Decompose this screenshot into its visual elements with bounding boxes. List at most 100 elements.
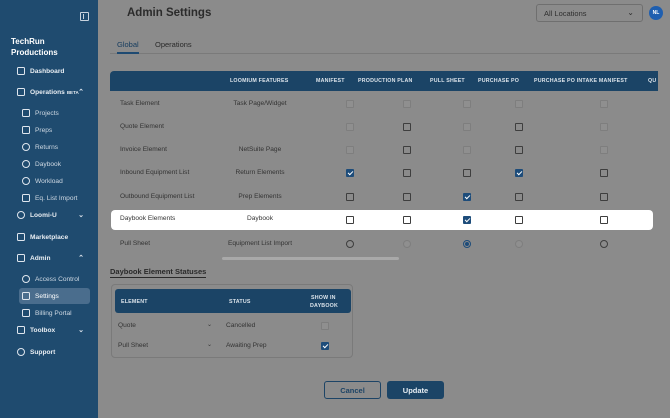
loomi-u-icon xyxy=(17,211,25,219)
col-header: PURCHASE PO xyxy=(478,78,520,84)
col-header: DAYBOOK xyxy=(310,303,338,309)
feature-checkbox[interactable] xyxy=(515,169,523,177)
avatar[interactable]: NL xyxy=(649,6,663,20)
location-select[interactable]: All Locations ⌄ xyxy=(536,4,643,22)
table-row: Outbound Equipment List Prep Elements xyxy=(110,188,658,206)
feature-checkbox[interactable] xyxy=(346,169,354,177)
element-name: Quote Element xyxy=(120,123,164,130)
table-row: Inbound Equipment List Return Elements xyxy=(110,164,658,182)
radio-button[interactable] xyxy=(600,240,608,248)
feature-checkbox[interactable] xyxy=(515,123,523,131)
nav-label: Preps xyxy=(35,126,53,134)
chevron-down-icon: ⌄ xyxy=(78,327,84,334)
col-header: LOOMIUM FEATURES xyxy=(230,78,289,84)
col-header: QU xyxy=(648,78,657,84)
beta-badge: BETA xyxy=(66,89,79,95)
toolbox-icon xyxy=(17,326,25,334)
nav-preps[interactable]: Preps xyxy=(0,122,98,138)
nav-workload[interactable]: Workload xyxy=(0,173,98,189)
feature-checkbox[interactable] xyxy=(515,216,523,224)
nav-returns[interactable]: Returns xyxy=(0,139,98,155)
feature-checkbox[interactable] xyxy=(600,193,608,201)
nav-dashboard[interactable]: Dashboard xyxy=(0,63,98,79)
operations-icon xyxy=(17,88,25,96)
tab-bar: Global Operations xyxy=(110,37,660,54)
element-name: Invoice Element xyxy=(120,146,167,153)
table-row: Pull Sheet Equipment List Import xyxy=(110,235,658,253)
nav-label: Admin xyxy=(30,254,51,262)
feature-checkbox[interactable] xyxy=(403,169,411,177)
radio-button[interactable] xyxy=(346,240,354,248)
col-header: STATUS xyxy=(229,299,251,305)
chevron-down-icon[interactable]: ⌄ xyxy=(207,321,212,328)
chevron-down-icon: ⌄ xyxy=(78,212,84,219)
feature-checkbox[interactable] xyxy=(346,216,354,224)
feature-checkbox[interactable] xyxy=(403,193,411,201)
shield-icon xyxy=(22,275,30,283)
status-element[interactable]: Quote xyxy=(118,322,136,329)
nav-projects[interactable]: Projects xyxy=(0,105,98,121)
table-row: Task Element Task Page/Widget xyxy=(110,95,658,113)
feature-checkbox[interactable] xyxy=(515,193,523,201)
dashboard-icon xyxy=(17,67,25,75)
nav-label: Dashboard xyxy=(30,67,65,75)
feature-checkbox[interactable] xyxy=(515,146,523,154)
show-in-daybook-checkbox[interactable] xyxy=(321,322,329,330)
nav-daybook[interactable]: Daybook xyxy=(0,156,98,172)
nav-toolbox[interactable]: Toolbox ⌄ xyxy=(0,322,98,338)
cancel-button[interactable]: Cancel xyxy=(324,381,381,399)
feature-checkbox[interactable] xyxy=(600,169,608,177)
nav-operations[interactable]: Operations BETA ⌃ xyxy=(0,84,98,100)
feature-checkbox[interactable] xyxy=(403,123,411,131)
nav-label: Marketplace xyxy=(30,233,69,241)
feature-checkbox[interactable] xyxy=(463,193,471,201)
feature-checkbox[interactable] xyxy=(403,216,411,224)
nav-access-control[interactable]: Access Control xyxy=(0,271,98,287)
feature-checkbox xyxy=(463,146,471,154)
col-header: SHOW IN xyxy=(311,295,336,301)
collapse-sidebar-icon[interactable] xyxy=(80,12,89,21)
feature-checkbox xyxy=(346,123,354,131)
main-content: Admin Settings All Locations ⌄ NL Global… xyxy=(98,0,670,418)
chevron-down-icon[interactable]: ⌄ xyxy=(207,341,212,348)
nav-label: Daybook xyxy=(35,160,62,168)
radio-button[interactable] xyxy=(463,240,471,248)
nav-billing-portal[interactable]: Billing Portal xyxy=(0,305,98,321)
table-row: Quote Element xyxy=(110,118,658,136)
feature-checkbox[interactable] xyxy=(403,146,411,154)
nav-label: Billing Portal xyxy=(35,309,72,317)
section-title: Daybook Element Statuses xyxy=(110,267,207,278)
chevron-up-icon: ⌃ xyxy=(78,255,84,262)
col-header: MANIFEST xyxy=(316,78,345,84)
nav-label: Support xyxy=(30,348,56,356)
status-element[interactable]: Pull Sheet xyxy=(118,342,148,349)
feature-checkbox xyxy=(600,146,608,154)
element-name: Inbound Equipment List xyxy=(120,169,190,176)
feature-checkbox xyxy=(403,100,411,108)
returns-icon xyxy=(22,143,30,151)
element-name: Task Element xyxy=(120,100,160,107)
nav-support[interactable]: Support xyxy=(0,344,98,360)
feature-checkbox[interactable] xyxy=(463,169,471,177)
horizontal-scrollbar[interactable] xyxy=(222,257,399,260)
feature-checkbox xyxy=(600,123,608,131)
feature-checkbox xyxy=(515,100,523,108)
show-in-daybook-checkbox[interactable] xyxy=(321,342,329,350)
chevron-up-icon: ⌃ xyxy=(78,89,84,96)
nav-settings[interactable]: Settings xyxy=(19,288,90,304)
nav-marketplace[interactable]: Marketplace xyxy=(0,229,98,245)
sidebar: TechRun Productions Dashboard Operations… xyxy=(0,0,98,418)
tab-operations[interactable]: Operations xyxy=(155,40,192,54)
feature-checkbox[interactable] xyxy=(463,216,471,224)
location-value: All Locations xyxy=(544,9,587,18)
org-name: TechRun Productions xyxy=(11,37,58,57)
nav-loomi-u[interactable]: Loomi-U ⌄ xyxy=(0,207,98,223)
update-button[interactable]: Update xyxy=(387,381,444,399)
nav-label: Toolbox xyxy=(30,326,56,334)
feature-checkbox[interactable] xyxy=(600,216,608,224)
feature-checkbox[interactable] xyxy=(346,193,354,201)
nav-eq-list-import[interactable]: Eq. List Import xyxy=(0,190,98,206)
nav-admin[interactable]: Admin ⌃ xyxy=(0,250,98,266)
import-icon xyxy=(22,194,30,202)
tab-global[interactable]: Global xyxy=(117,40,139,54)
